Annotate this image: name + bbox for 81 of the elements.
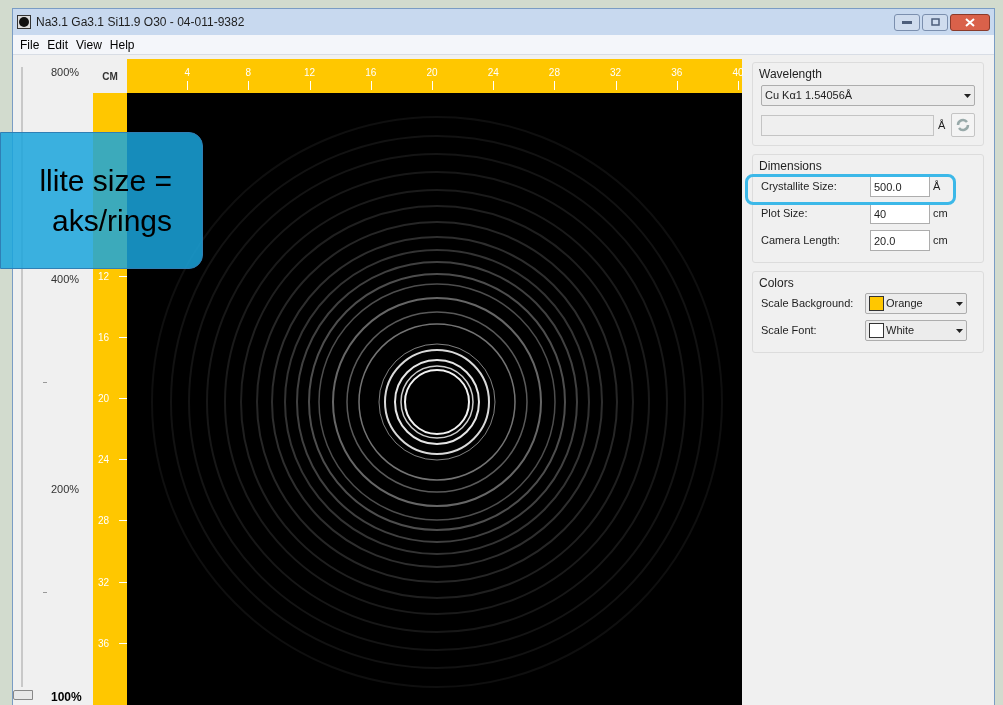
ruler-label: 36 xyxy=(671,66,683,80)
menu-item[interactable]: Edit xyxy=(46,35,70,54)
group-title: Dimensions xyxy=(759,158,822,175)
unit-label: cm xyxy=(933,233,948,249)
ruler-tick xyxy=(119,398,127,399)
window-title: Na3.1 Ga3.1 Si11.9 O30 - 04-011-9382 xyxy=(36,14,245,31)
ruler-label: 12 xyxy=(98,269,110,284)
ruler-tick xyxy=(493,81,495,90)
ruler-tick xyxy=(370,81,372,90)
ruler-label: 4 xyxy=(184,66,190,80)
ruler-label: 28 xyxy=(548,66,560,80)
app-icon xyxy=(17,15,31,29)
color-dropdown[interactable]: Orange xyxy=(865,293,967,314)
ruler-label: 32 xyxy=(610,66,622,80)
ruler-label: 28 xyxy=(98,514,110,529)
menu-item[interactable]: Help xyxy=(108,35,136,54)
zoom-label: 400% xyxy=(51,272,80,287)
ruler-tick xyxy=(119,642,127,644)
caret-icon xyxy=(964,93,971,98)
ruler-label: 36 xyxy=(98,636,110,651)
number-field[interactable]: 20.0 xyxy=(870,230,930,251)
group-title: Wavelength xyxy=(759,66,822,83)
unit-label: Å xyxy=(933,179,941,195)
minimize-icon xyxy=(902,20,912,24)
field-label: Scale Font: xyxy=(761,323,818,339)
unit-label: cm xyxy=(933,206,948,222)
ruler-label: 12 xyxy=(304,66,316,80)
ruler-tick xyxy=(248,81,250,90)
dropdown-value: White xyxy=(886,323,915,339)
group-title: Colors xyxy=(759,275,794,292)
ruler-tick xyxy=(432,81,433,90)
callout-text: llite size = xyxy=(39,162,172,199)
dropdown-value: Cu Kα1 1.54056Å xyxy=(765,88,853,104)
menu-item[interactable]: View xyxy=(75,35,103,54)
slider-thumb[interactable] xyxy=(13,690,33,700)
unit-label: Å xyxy=(938,117,946,133)
refresh-icon xyxy=(956,118,970,132)
field-label: Camera Length: xyxy=(761,234,840,247)
slider-tick xyxy=(43,592,47,593)
ruler-tick xyxy=(615,81,617,90)
ruler-tick xyxy=(119,581,127,583)
ruler-tick xyxy=(738,81,739,90)
ruler-tick xyxy=(119,520,127,522)
ruler-label: 24 xyxy=(487,66,499,80)
field-label: Scale Background: xyxy=(761,296,855,312)
ruler-tick xyxy=(309,81,311,90)
ruler-tick xyxy=(119,336,127,338)
callout-text: aks/rings xyxy=(51,202,172,239)
caret-icon xyxy=(956,301,963,306)
minimize-button[interactable] xyxy=(894,13,920,31)
field-label: Plot Size: xyxy=(761,207,808,220)
ruler-tick xyxy=(187,81,189,90)
zoom-label: 200% xyxy=(51,482,80,497)
maximize-button[interactable] xyxy=(922,13,948,31)
ruler-label: 20 xyxy=(98,392,110,406)
color-dropdown[interactable]: White xyxy=(865,320,967,341)
ruler-tick xyxy=(676,81,678,90)
wavelength-dropdown[interactable]: Cu Kα1 1.54056Å xyxy=(761,85,975,106)
caret-icon xyxy=(956,328,963,333)
ruler-tick xyxy=(119,459,127,461)
zoom-label: 100% xyxy=(51,689,82,705)
number-field[interactable]: 40 xyxy=(870,203,930,224)
menu-item[interactable]: File xyxy=(19,35,41,54)
ruler-label: 20 xyxy=(426,66,438,80)
close-icon xyxy=(965,17,975,27)
close-button[interactable] xyxy=(950,13,990,31)
ruler-tick xyxy=(554,81,556,90)
wavelength-field[interactable] xyxy=(761,114,934,136)
number-field[interactable]: 500.0 xyxy=(870,176,930,197)
zoom-label: 800% xyxy=(51,65,80,80)
maximize-icon xyxy=(930,18,940,26)
ruler-label: 16 xyxy=(98,330,110,345)
ruler-label: 32 xyxy=(98,575,110,590)
ruler-label: 8 xyxy=(245,66,252,80)
ruler-label: 16 xyxy=(365,66,377,80)
dropdown-value: Orange xyxy=(886,296,923,312)
ruler-label: 24 xyxy=(98,453,110,468)
field-label: Crystallite Size: xyxy=(761,180,837,193)
slider-tick xyxy=(43,382,47,383)
ruler-tick xyxy=(119,275,127,277)
refresh-button[interactable] xyxy=(951,113,975,137)
